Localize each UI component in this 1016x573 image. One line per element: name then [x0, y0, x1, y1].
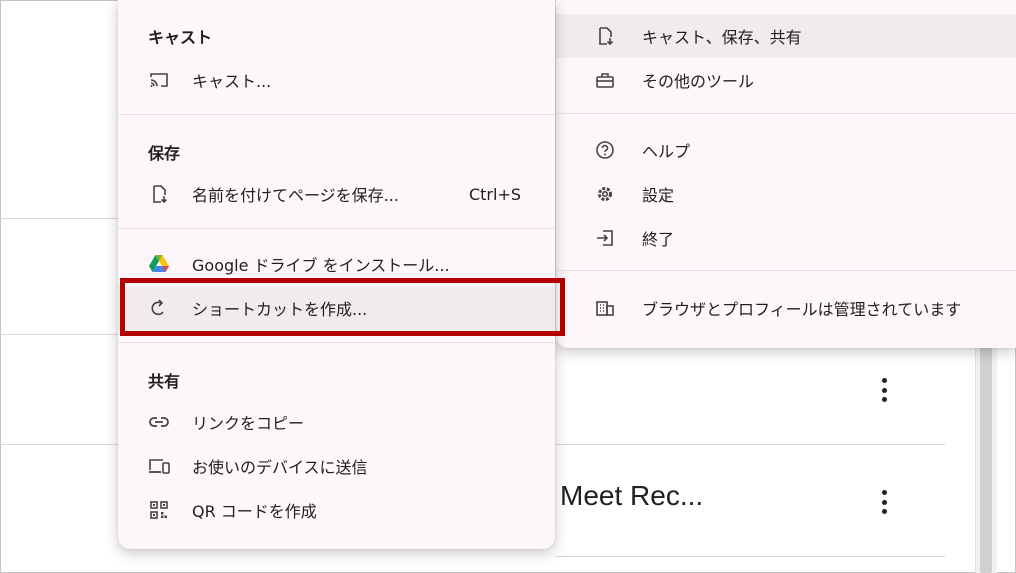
- menu-item-label: Google ドライブ をインストール...: [192, 256, 450, 275]
- link-icon: [148, 411, 170, 433]
- scrollbar-thumb[interactable]: [980, 345, 992, 573]
- menu-item-create-qr-code[interactable]: QR コードを作成: [118, 488, 555, 532]
- more-options-icon[interactable]: [872, 484, 896, 520]
- list-divider: [555, 444, 945, 445]
- cast-save-share-icon: [594, 25, 616, 47]
- toolbox-icon: [594, 69, 616, 91]
- cast-icon: [148, 69, 170, 91]
- menu-item-label: 終了: [642, 230, 675, 249]
- list-divider: [0, 444, 118, 445]
- menu-separator: [556, 270, 1016, 271]
- exit-icon: [594, 227, 616, 249]
- menu-item-managed[interactable]: ブラウザとプロフィールは管理されています: [556, 286, 1016, 330]
- section-heading-share: 共有: [148, 372, 181, 391]
- menu-item-copy-link[interactable]: リンクをコピー: [118, 400, 555, 444]
- qr-code-icon: [148, 499, 170, 521]
- menu-item-send-to-devices[interactable]: お使いのデバイスに送信: [118, 444, 555, 488]
- menu-item-label: お使いのデバイスに送信: [192, 458, 368, 477]
- menu-item-settings[interactable]: 設定: [556, 172, 1016, 216]
- menu-item-label: QR コードを作成: [192, 502, 317, 521]
- menu-item-label: その他のツール: [642, 72, 755, 91]
- cast-save-share-submenu: キャスト キャスト... 保存 名前を付けてページを保存... Ctrl+S G…: [118, 0, 555, 549]
- annotation-highlight-box: [120, 278, 565, 336]
- menu-item-cast-save-share[interactable]: キャスト、保存、共有: [556, 14, 1016, 58]
- keyboard-shortcut: Ctrl+S: [468, 184, 521, 204]
- google-drive-icon: [148, 253, 170, 275]
- menu-item-label: 設定: [642, 186, 675, 205]
- meet-recording-title[interactable]: Meet Rec...: [560, 480, 703, 512]
- menu-separator: [118, 228, 555, 229]
- list-divider: [555, 556, 945, 557]
- menu-separator: [118, 114, 555, 115]
- send-to-devices-icon: [148, 455, 170, 477]
- list-divider: [0, 218, 118, 219]
- menu-item-cast[interactable]: キャスト...: [118, 58, 555, 102]
- list-divider: [0, 334, 118, 335]
- menu-separator: [556, 113, 1016, 114]
- menu-item-save-page-as[interactable]: 名前を付けてページを保存... Ctrl+S: [118, 172, 555, 216]
- chrome-main-menu: キャスト、保存、共有 その他のツール ヘルプ 設定 終了 ブラウザとプロフィール…: [556, 0, 1016, 348]
- help-icon: [594, 139, 616, 161]
- menu-item-label: キャスト...: [192, 72, 272, 91]
- menu-item-label: ブラウザとプロフィールは管理されています: [642, 300, 962, 319]
- menu-item-label: リンクをコピー: [192, 414, 305, 433]
- menu-item-label: キャスト、保存、共有: [642, 28, 802, 47]
- menu-separator: [118, 342, 555, 343]
- section-heading-cast: キャスト: [148, 28, 213, 47]
- menu-item-label: ヘルプ: [642, 142, 691, 161]
- menu-item-exit[interactable]: 終了: [556, 216, 1016, 260]
- settings-gear-icon: [594, 183, 616, 205]
- section-heading-save: 保存: [148, 144, 181, 163]
- menu-item-label: 名前を付けてページを保存...: [192, 186, 399, 205]
- save-page-icon: [148, 183, 170, 205]
- more-options-icon[interactable]: [872, 372, 896, 408]
- menu-item-more-tools[interactable]: その他のツール: [556, 58, 1016, 102]
- menu-item-help[interactable]: ヘルプ: [556, 128, 1016, 172]
- managed-building-icon: [594, 297, 616, 319]
